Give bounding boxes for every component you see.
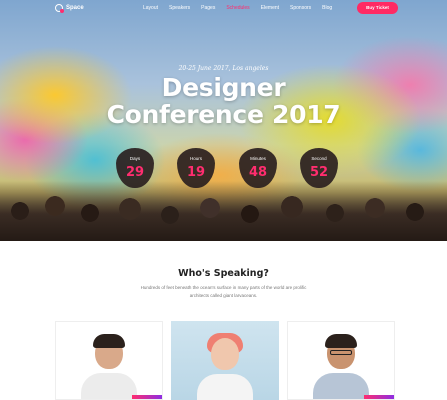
- speaker-body: [81, 373, 137, 399]
- logo-icon: [55, 4, 64, 13]
- title-line-2: Conference 2017: [106, 100, 341, 129]
- logo[interactable]: Space: [55, 3, 84, 13]
- menu-item-sponsors[interactable]: Sponsors: [290, 4, 311, 12]
- countdown-days: Days 29: [116, 148, 154, 188]
- top-navigation: Space Layout Speakers Pages Schedules El…: [0, 0, 447, 16]
- hero-banner: Space Layout Speakers Pages Schedules El…: [0, 0, 447, 241]
- crowd-image: [0, 181, 447, 241]
- counter-value: 19: [186, 165, 206, 180]
- menu-item-schedules[interactable]: Schedules: [226, 4, 249, 12]
- card-accent-strip: [364, 395, 394, 399]
- speaker-head: [211, 338, 239, 370]
- menu-item-blog[interactable]: Blog: [322, 4, 332, 12]
- counter-value: 52: [309, 165, 329, 180]
- title-line-1: Designer: [161, 73, 286, 102]
- event-date: 20-25 June 2017, Los angeles: [178, 65, 269, 72]
- section-title: Who's Speaking?: [178, 268, 269, 279]
- speaker-card[interactable]: [287, 321, 395, 400]
- menu-item-element[interactable]: Element: [261, 4, 279, 12]
- counter-label: Days: [129, 156, 141, 161]
- speaker-hair: [93, 334, 125, 348]
- speaker-body: [197, 374, 253, 400]
- speaker-card[interactable]: [171, 321, 279, 400]
- counter-value: 48: [248, 165, 268, 180]
- counter-label: Minutes: [250, 156, 266, 161]
- main-menu: Layout Speakers Pages Schedules Element …: [143, 4, 343, 12]
- speaker-hair: [325, 334, 357, 348]
- speaker-card[interactable]: [55, 321, 163, 400]
- speaker-cards: [0, 321, 447, 400]
- page-title: Designer Conference 2017: [0, 74, 447, 128]
- countdown-hours: Hours 19: [177, 148, 215, 188]
- menu-item-speakers[interactable]: Speakers: [169, 4, 190, 12]
- countdown-seconds: Second 52: [300, 148, 338, 188]
- speaker-photo: [195, 330, 255, 400]
- menu-item-layout[interactable]: Layout: [143, 4, 158, 12]
- menu-item-pages[interactable]: Pages: [201, 4, 215, 12]
- counter-label: Hours: [189, 156, 202, 161]
- glasses-icon: [330, 350, 352, 355]
- logo-text: Space: [66, 5, 84, 11]
- speaker-photo: [311, 329, 371, 399]
- countdown-timer: Days 29 Hours 19 Minutes 48 Second 52: [0, 148, 447, 188]
- section-description: Hundreds of feet beneath the ocean's sur…: [140, 285, 307, 298]
- speaker-photo: [79, 329, 139, 399]
- buy-ticket-button[interactable]: Buy Ticket: [357, 2, 398, 14]
- counter-value: 29: [125, 165, 145, 180]
- countdown-minutes: Minutes 48: [239, 148, 277, 188]
- card-accent-strip: [132, 395, 162, 399]
- speaker-body: [313, 373, 369, 399]
- counter-label: Second: [311, 156, 327, 161]
